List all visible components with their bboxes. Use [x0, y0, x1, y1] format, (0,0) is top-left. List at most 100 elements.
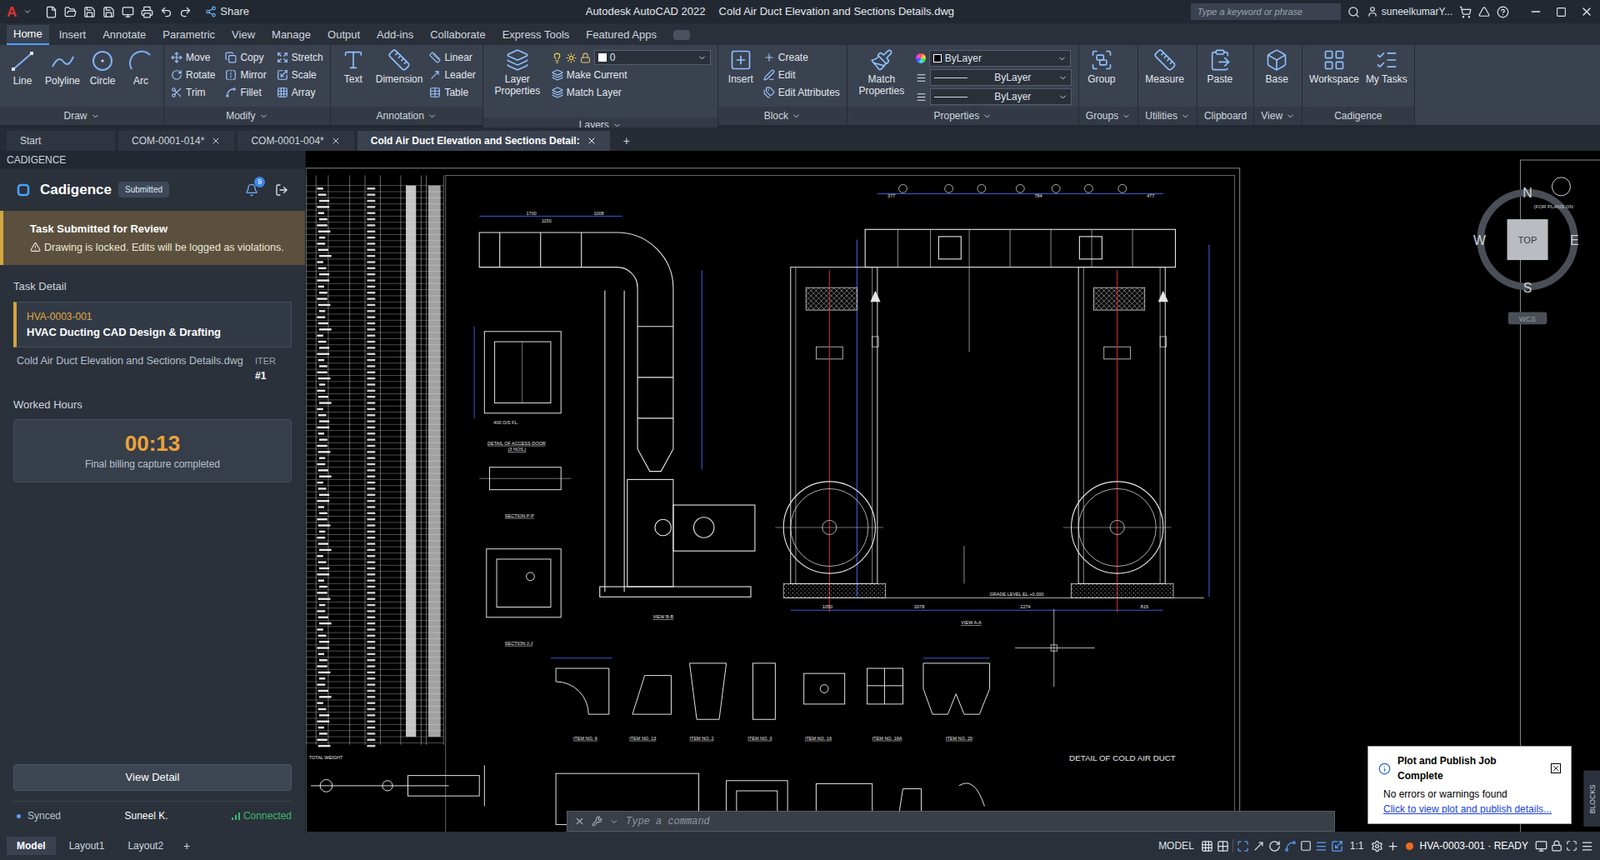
ribbon-tab[interactable]: Annotate	[95, 25, 153, 45]
property-dropdown[interactable]: ByLayer	[930, 69, 1072, 86]
hardware-icon[interactable]	[1535, 840, 1548, 853]
close-tab-icon[interactable]	[330, 135, 341, 146]
panel-expand-icon[interactable]	[982, 111, 992, 121]
ribbon-large-button[interactable]: Dimension	[375, 48, 424, 85]
maximize-icon[interactable]	[1555, 6, 1567, 18]
document-tab[interactable]: Cold Air Duct Elevation and Sections Det…	[357, 130, 610, 151]
ribbon-large-button[interactable]: Match Properties	[854, 48, 910, 97]
ribbon-tab[interactable]: Home	[6, 25, 50, 45]
user-menu[interactable]: suneelkumarY...	[1366, 4, 1453, 20]
ribbon-small-button[interactable]: Mirror	[225, 67, 266, 83]
close-command-icon[interactable]	[574, 815, 585, 827]
ribbon-small-button[interactable]: Fillet	[225, 85, 266, 100]
add-layout-button[interactable]: +	[176, 837, 197, 855]
close-icon[interactable]	[1580, 5, 1594, 19]
logout-icon[interactable]	[275, 183, 289, 197]
ribbon-toggle-icon[interactable]	[673, 30, 690, 40]
help-icon[interactable]	[1496, 5, 1510, 19]
ribbon-small-button[interactable]: Make Current	[551, 67, 711, 83]
redo-icon[interactable]	[179, 5, 192, 19]
viewcube[interactable]: TOPNSWE(FOR PLANS ONWCS	[1473, 177, 1580, 325]
ribbon-large-button[interactable]: Line	[6, 48, 39, 87]
drawing-canvas[interactable]: DETAIL OF ACCESS DOOR(3 NOS.)SECTION P-P…	[305, 150, 1600, 832]
layout-tab[interactable]: Layout1	[59, 836, 115, 855]
web-icon[interactable]	[121, 5, 135, 19]
panel-expand-icon[interactable]	[427, 111, 437, 121]
lock-icon[interactable]	[1550, 840, 1563, 852]
property-dropdown[interactable]: ByLayer	[930, 88, 1072, 105]
new-tab-button[interactable]: +	[613, 130, 640, 151]
property-dropdown[interactable]: ByLayer	[929, 50, 1071, 67]
ribbon-small-button[interactable]: Edit	[763, 67, 840, 83]
blocks-palette-tab[interactable]: BLOCKS	[1583, 770, 1600, 827]
close-tab-icon[interactable]	[210, 135, 221, 146]
ribbon-small-button[interactable]: Leader	[429, 67, 475, 83]
clean-screen-icon[interactable]	[1565, 840, 1578, 852]
document-tab[interactable]: COM-0001-004*	[237, 130, 354, 151]
view-detail-button[interactable]: View Detail	[13, 764, 292, 791]
document-tab[interactable]: COM-0001-014*	[118, 130, 235, 151]
isolate-icon[interactable]	[1386, 840, 1400, 853]
command-input[interactable]: Type a command	[625, 814, 710, 830]
ribbon-tab[interactable]: Insert	[52, 25, 94, 45]
ribbon-small-button[interactable]: Scale	[276, 67, 324, 83]
save-icon[interactable]	[83, 5, 96, 19]
ribbon-small-button[interactable]: Match Layer	[551, 85, 711, 100]
search-icon[interactable]	[1347, 5, 1360, 19]
selection-icon[interactable]	[1300, 840, 1312, 852]
ribbon-large-button[interactable]: My Tasks	[1365, 48, 1408, 85]
customize-status-icon[interactable]	[1580, 840, 1594, 853]
ribbon-large-button[interactable]: Arc	[125, 48, 157, 87]
lineweight-icon[interactable]	[1315, 840, 1328, 853]
autodesk-icon[interactable]	[1478, 5, 1490, 18]
scale-dropdown[interactable]: 1:1	[1346, 838, 1368, 854]
ribbon-large-button[interactable]: Group	[1085, 48, 1118, 85]
close-balloon-icon[interactable]	[1550, 763, 1561, 774]
undo-icon[interactable]	[160, 5, 173, 19]
grid-icon[interactable]	[1200, 840, 1214, 853]
ribbon-tab[interactable]: Featured Apps	[579, 25, 664, 45]
layout-tab[interactable]: Layout2	[117, 836, 174, 855]
ribbon-small-button[interactable]: Edit Attributes	[763, 85, 840, 100]
ribbon-large-button[interactable]: Polyline	[45, 48, 80, 87]
ribbon-tab[interactable]: Output	[320, 25, 367, 45]
panel-expand-icon[interactable]	[90, 111, 100, 121]
ribbon-small-button[interactable]: Array	[276, 85, 324, 100]
panel-expand-icon[interactable]	[259, 111, 269, 121]
open-icon[interactable]	[64, 5, 77, 19]
ribbon-large-button[interactable]: Base	[1260, 48, 1293, 85]
ribbon-tab[interactable]: View	[225, 25, 262, 45]
snap-icon[interactable]	[1216, 840, 1230, 853]
panel-expand-icon[interactable]	[1180, 111, 1190, 121]
ribbon-large-button[interactable]: Circle	[86, 48, 119, 87]
menu-icon[interactable]	[23, 7, 32, 16]
ribbon-small-button[interactable]: Linear	[429, 50, 475, 65]
ribbon-large-button[interactable]: Paste	[1204, 48, 1236, 85]
ribbon-large-button[interactable]: Insert	[725, 48, 757, 85]
customize-icon[interactable]	[591, 815, 603, 827]
ribbon-small-button[interactable]: Create	[763, 50, 840, 65]
annotation-icon[interactable]	[1330, 840, 1344, 853]
panel-expand-icon[interactable]	[1121, 111, 1131, 121]
cart-icon[interactable]	[1459, 5, 1472, 19]
panel-expand-icon[interactable]	[1285, 111, 1295, 121]
ribbon-large-button[interactable]: Workspace	[1309, 48, 1360, 85]
layout-tab[interactable]: Model	[6, 836, 56, 855]
ortho-icon[interactable]	[1252, 840, 1265, 853]
document-tab[interactable]: Start	[6, 130, 115, 151]
app-logo[interactable]: A	[6, 5, 17, 20]
ribbon-large-button[interactable]: Measure	[1145, 48, 1185, 85]
ribbon-small-button[interactable]: Copy	[225, 50, 266, 65]
minimize-icon[interactable]	[1529, 5, 1543, 19]
share-button[interactable]: Share	[205, 3, 250, 20]
ribbon-small-button[interactable]: Trim	[170, 85, 215, 100]
details-link[interactable]: Click to view plot and publish details..…	[1383, 801, 1561, 817]
ribbon-tab[interactable]: Parametric	[155, 25, 222, 45]
ribbon-small-button[interactable]: Stretch	[276, 50, 324, 65]
ribbon-large-button[interactable]: Text	[337, 48, 370, 85]
settings-icon[interactable]	[1370, 840, 1384, 853]
close-tab-icon[interactable]	[586, 135, 597, 146]
infer-icon[interactable]	[1236, 840, 1250, 853]
ribbon-small-button[interactable]: Table	[429, 85, 475, 100]
panel-expand-icon[interactable]	[791, 111, 801, 121]
